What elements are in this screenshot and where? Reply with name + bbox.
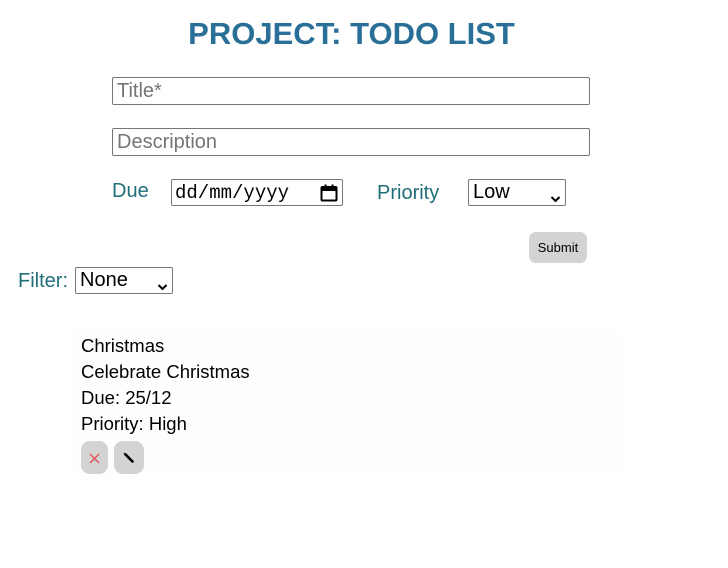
priority-label: Priority bbox=[377, 182, 440, 204]
description-input[interactable] bbox=[112, 128, 590, 156]
todo-description: Celebrate Christmas bbox=[81, 361, 250, 382]
page-title: PROJECT: TODO LIST bbox=[188, 16, 515, 51]
close-icon bbox=[89, 453, 100, 464]
pencil-icon bbox=[123, 452, 134, 463]
todo-title: Christmas bbox=[81, 335, 165, 356]
due-date-input[interactable]: dd/mm/yyyy bbox=[171, 179, 343, 206]
filter-select[interactable]: None bbox=[75, 267, 173, 294]
priority-select-value: Low bbox=[473, 181, 510, 203]
todo-card: Christmas Celebrate Christmas Due: 25/12… bbox=[71, 331, 623, 476]
todo-priority: Priority: High bbox=[81, 413, 187, 434]
submit-button[interactable]: Submit bbox=[529, 232, 587, 263]
chevron-down-icon bbox=[157, 275, 168, 298]
todo-due: Due: 25/12 bbox=[81, 387, 172, 408]
priority-select[interactable]: Low bbox=[468, 179, 566, 206]
filter-label: Filter: bbox=[18, 270, 68, 292]
edit-todo-button[interactable] bbox=[114, 441, 144, 474]
due-label: Due bbox=[112, 180, 149, 202]
due-date-value: dd/mm/yyyy bbox=[175, 182, 290, 204]
calendar-icon[interactable] bbox=[320, 184, 338, 208]
delete-todo-button[interactable] bbox=[81, 441, 108, 474]
filter-select-value: None bbox=[80, 269, 128, 291]
chevron-down-icon bbox=[550, 187, 561, 210]
title-input[interactable] bbox=[112, 77, 590, 105]
todo-page: PROJECT: TODO LIST Due dd/mm/yyyy Priori… bbox=[0, 0, 728, 568]
